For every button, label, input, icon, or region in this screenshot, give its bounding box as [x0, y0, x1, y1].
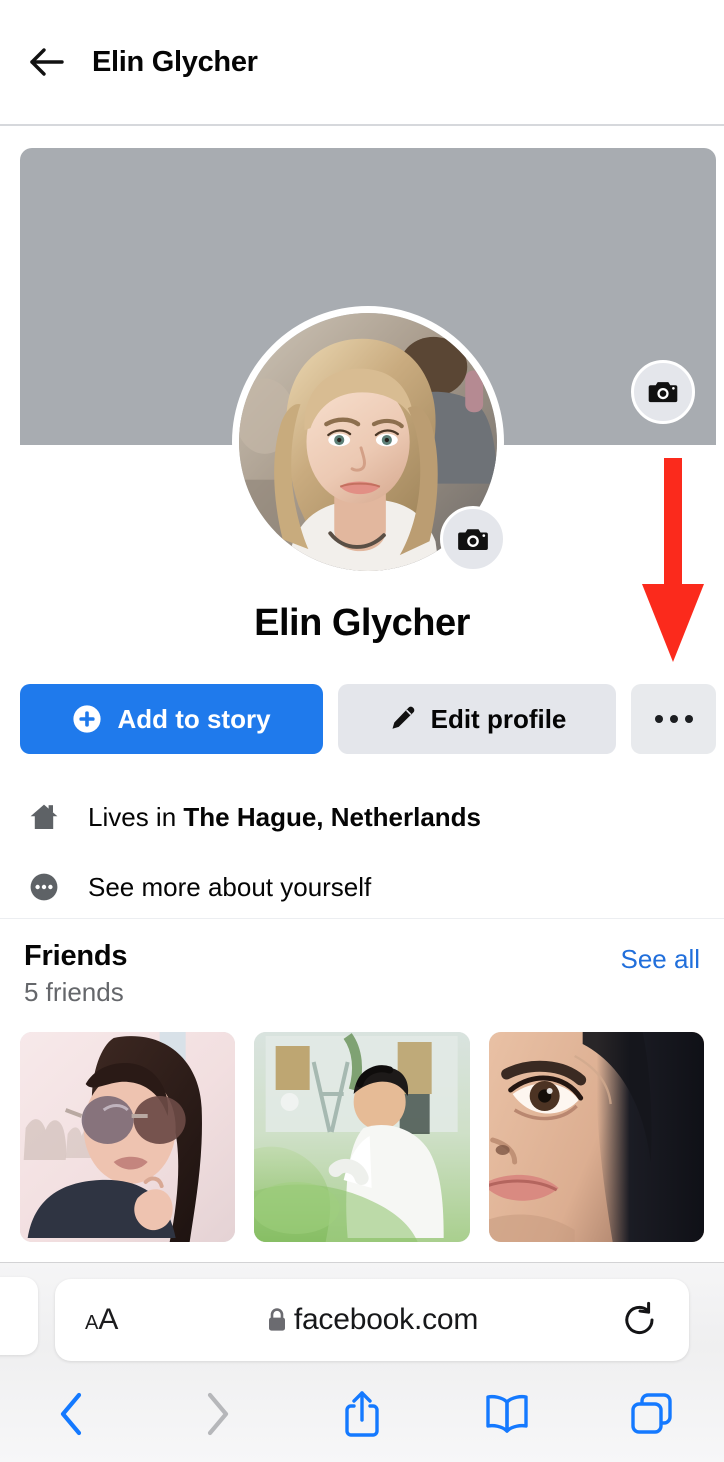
profile-action-bar: Add to story Edit profile: [20, 684, 716, 754]
camera-icon: [458, 528, 488, 550]
info-row-text: Lives in The Hague, Netherlands: [88, 802, 481, 833]
chevron-right-icon: [208, 1392, 229, 1436]
camera-icon: [648, 382, 678, 403]
address-bar[interactable]: AA facebook.com: [55, 1279, 689, 1361]
profile-info-list: Lives in The Hague, Netherlands See more…: [24, 782, 700, 922]
share-button[interactable]: [290, 1379, 435, 1449]
browser-chrome: AA facebook.com: [0, 1262, 724, 1462]
text-size-button[interactable]: AA: [85, 1303, 118, 1337]
book-icon: [486, 1394, 528, 1433]
url-text: facebook.com: [293, 1303, 479, 1336]
add-to-story-button[interactable]: Add to story: [20, 684, 323, 754]
share-icon: [345, 1391, 379, 1437]
page-title: Elin Glycher: [92, 45, 258, 78]
back-arrow-icon: [30, 48, 64, 76]
mobile-browser-screen: Elin Glycher Elin Glycher Add to story E…: [0, 0, 724, 1462]
back-button[interactable]: [0, 1379, 145, 1449]
add-to-story-label: Add to story: [117, 703, 271, 734]
edit-profile-photo-button[interactable]: [440, 506, 506, 572]
reload-button[interactable]: [621, 1301, 659, 1339]
profile-name: Elin Glycher: [254, 602, 470, 644]
plus-circle-icon: [73, 705, 102, 733]
browser-toolbar: [0, 1379, 724, 1449]
pencil-icon: [392, 706, 414, 729]
adjacent-tab-peek[interactable]: [0, 1277, 38, 1355]
friend-photo-sunglasses-woman: [20, 1032, 236, 1242]
url-display: facebook.com: [55, 1303, 689, 1337]
reload-icon: [625, 1301, 654, 1335]
ellipsis-circle-icon: [24, 872, 64, 902]
forward-button[interactable]: [145, 1379, 290, 1449]
lock-icon: [268, 1308, 285, 1331]
info-row-see-more[interactable]: See more about yourself: [24, 852, 700, 922]
text-size-large-a: A: [98, 1303, 119, 1336]
home-icon: [24, 802, 64, 832]
friends-section: Friends 5 friends See all: [0, 940, 724, 1242]
page-header: Elin Glycher: [0, 0, 724, 126]
friends-title: Friends: [24, 940, 128, 972]
text-size-small-a: A: [85, 1312, 99, 1334]
ellipsis-icon: [654, 715, 693, 723]
tabs-button[interactable]: [579, 1379, 724, 1449]
chevron-left-icon: [61, 1392, 82, 1436]
profile-photo-area: [232, 306, 506, 578]
see-all-friends-link[interactable]: See all: [621, 940, 701, 975]
friends-header: Friends 5 friends See all: [0, 940, 724, 1008]
info-row-text: See more about yourself: [88, 871, 372, 902]
friend-photo-man-white-shirt: [254, 1032, 470, 1242]
section-divider: [0, 918, 724, 919]
friends-heading-block: Friends 5 friends: [24, 940, 128, 1008]
edit-profile-button[interactable]: Edit profile: [338, 684, 616, 754]
edit-cover-photo-button[interactable]: [631, 360, 695, 424]
info-row-lives-in[interactable]: Lives in The Hague, Netherlands: [24, 782, 700, 852]
back-button[interactable]: [26, 40, 70, 84]
friend-photo-closeup-woman: [488, 1032, 704, 1242]
friends-grid: [0, 1032, 724, 1242]
friends-count: 5 friends: [24, 977, 124, 1007]
tabs-icon: [630, 1393, 672, 1434]
info-prefix: Lives in: [88, 801, 184, 832]
edit-profile-label: Edit profile: [430, 703, 567, 734]
friend-tile[interactable]: [254, 1032, 470, 1242]
bookmarks-button[interactable]: [434, 1379, 579, 1449]
more-options-button[interactable]: [631, 684, 716, 754]
info-highlight: The Hague, Netherlands: [183, 801, 482, 832]
friend-tile[interactable]: [488, 1032, 704, 1242]
friend-tile[interactable]: [20, 1032, 236, 1242]
